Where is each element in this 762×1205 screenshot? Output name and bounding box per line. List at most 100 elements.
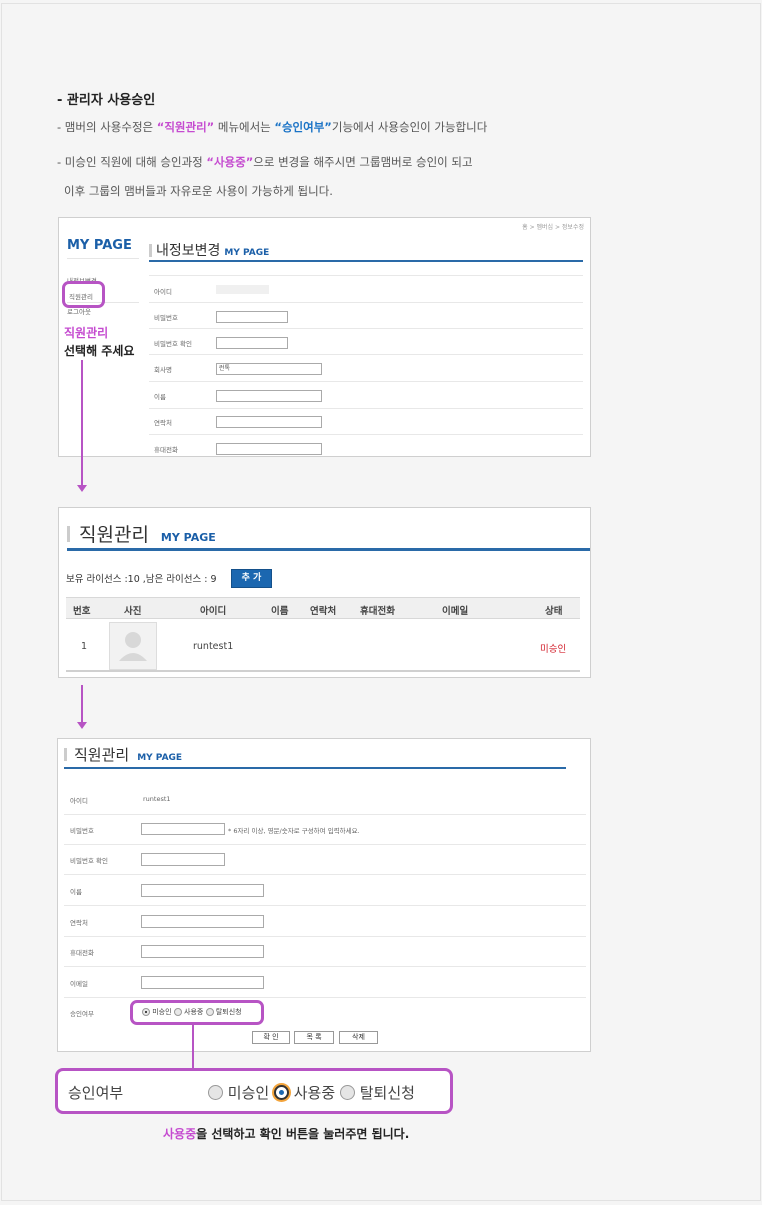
section-title-text: 직원관리	[79, 524, 149, 546]
highlight-staff-menu: “직원관리”	[156, 120, 215, 134]
row-divider	[149, 275, 583, 276]
mobile-input[interactable]	[216, 443, 322, 455]
divider	[67, 258, 139, 259]
row-divider	[149, 302, 583, 303]
name-input[interactable]	[141, 884, 264, 897]
col-mobile: 휴대전화	[360, 606, 395, 617]
section-title-text: 내정보변경	[156, 243, 221, 259]
field-label-password-confirm: 비밀번호 확인	[154, 340, 192, 348]
title-rule	[64, 767, 566, 769]
field-label-password: 비밀번호	[70, 827, 94, 835]
row-divider	[149, 434, 583, 435]
row-divider	[64, 814, 586, 815]
title-rule	[67, 548, 590, 551]
intro-line-1: - 맴버의 사용수정은 “직원관리” 메뉴에서는 “승인여부”기능에서 사용승인…	[57, 119, 487, 135]
field-label-name: 이름	[70, 888, 82, 896]
password-input[interactable]	[216, 311, 288, 323]
row-divider	[64, 966, 586, 967]
company-input[interactable]: 런톡	[216, 363, 322, 375]
footer-highlight: 사용중	[163, 1127, 197, 1141]
list-button[interactable]: 목 록	[294, 1031, 334, 1044]
field-label-mobile: 휴대전화	[154, 446, 178, 454]
arrow-down-icon	[77, 485, 87, 492]
contact-input[interactable]	[216, 416, 322, 428]
col-id: 아이디	[200, 606, 227, 617]
zoom-approval-label: 승인여부	[68, 1084, 124, 1102]
radio-withdraw[interactable]	[339, 1085, 355, 1100]
title-bar	[64, 748, 67, 761]
password-confirm-input[interactable]	[141, 853, 225, 866]
section-subtitle: MY PAGE	[160, 531, 216, 544]
field-label-approval: 승인여부	[70, 1010, 94, 1018]
field-label-company: 회사명	[154, 366, 172, 374]
col-name: 이름	[271, 606, 289, 617]
field-label-id: 아이디	[70, 797, 88, 805]
password-input[interactable]	[141, 823, 225, 835]
row-divider	[64, 936, 586, 937]
intro-text: - 미승인 직원에 대해 승인과정	[57, 155, 207, 169]
title-bar	[149, 244, 152, 257]
password-hint: * 6자리 이상, 영문/숫자로 구성하여 입력하세요.	[228, 827, 360, 835]
footer-note: 사용중을 선택하고 확인 버튼을 눌러주면 됩니다.	[163, 1125, 409, 1142]
highlight-circle	[130, 1000, 264, 1025]
zoom-radio-group: 미승인 사용중 탈퇴신청	[208, 1082, 415, 1103]
user-placeholder-icon	[119, 632, 147, 661]
add-button[interactable]: 추 가	[231, 569, 272, 588]
row-no: 1	[81, 641, 88, 652]
row-divider	[64, 844, 586, 845]
col-status: 상태	[545, 606, 563, 617]
staff-list-panel: 직원관리 MY PAGE 보유 라이선스 :10 ,남은 라이선스 : 9 추 가…	[58, 507, 591, 678]
row-divider	[149, 328, 583, 329]
row-divider	[64, 997, 586, 998]
avatar	[109, 622, 157, 670]
staff-edit-panel: 직원관리 MY PAGE 아이디 runtest1 비밀번호 * 6자리 이상, …	[57, 738, 591, 1052]
row-id[interactable]: runtest1	[193, 641, 233, 652]
field-label-mobile: 휴대전화	[70, 949, 94, 957]
radio-unapproved[interactable]	[208, 1085, 223, 1100]
intro-text: 메뉴에서는	[214, 120, 275, 134]
page-title: - 관리자 사용승인	[57, 93, 156, 108]
section-subtitle: MY PAGE	[137, 753, 183, 763]
field-label-name: 이름	[154, 393, 166, 401]
password-confirm-input[interactable]	[216, 337, 288, 349]
mobile-input[interactable]	[141, 945, 264, 958]
row-divider	[66, 670, 580, 672]
arrow-line	[81, 685, 83, 722]
confirm-button[interactable]: 확 인	[252, 1031, 290, 1044]
delete-button[interactable]: 삭제	[339, 1031, 378, 1044]
section-subtitle: MY PAGE	[224, 248, 270, 258]
col-photo: 사진	[124, 606, 142, 617]
breadcrumb: 홈 > 멤버십 > 정보수정	[522, 224, 584, 231]
field-label-email: 이메일	[70, 980, 88, 988]
license-text: 보유 라이선스 :10 ,남은 라이선스 : 9	[66, 574, 217, 585]
intro-line-3: 이후 그룹의 맴버들과 자유로운 사용이 가능하게 됩니다.	[64, 184, 333, 198]
arrow-down-icon	[77, 722, 87, 729]
highlight-in-use: “사용중”	[206, 155, 254, 169]
intro-text: - 맴버의 사용수정은	[57, 120, 157, 134]
field-label-contact: 연락처	[70, 919, 88, 927]
col-no: 번호	[73, 606, 91, 617]
footer-text: 을 선택하고 확인 버튼을 눌러주면 됩니다.	[196, 1127, 410, 1141]
section-title-text: 직원관리	[74, 746, 130, 764]
section-title: 직원관리 MY PAGE	[79, 520, 216, 547]
contact-input[interactable]	[141, 915, 264, 928]
id-value: runtest1	[143, 795, 171, 803]
id-value	[216, 285, 269, 294]
field-label-contact: 연락처	[154, 419, 172, 427]
row-divider	[64, 874, 586, 875]
highlight-approval: “승인여부”	[274, 120, 332, 134]
title-rule	[149, 260, 583, 262]
row-divider	[149, 381, 583, 382]
field-label-id: 아이디	[154, 288, 172, 296]
row-divider	[149, 354, 583, 355]
row-divider	[149, 408, 583, 409]
arrow-line	[81, 360, 83, 485]
radio-in-use[interactable]	[273, 1085, 289, 1100]
connector-line	[192, 1024, 194, 1069]
email-input[interactable]	[141, 976, 264, 989]
name-input[interactable]	[216, 390, 322, 402]
radio-label: 사용중	[293, 1084, 336, 1102]
row-divider	[64, 905, 586, 906]
intro-line-2: - 미승인 직원에 대해 승인과정 “사용중”으로 변경을 해주시면 그룹맴버로…	[57, 154, 473, 170]
title-bar	[67, 526, 70, 542]
